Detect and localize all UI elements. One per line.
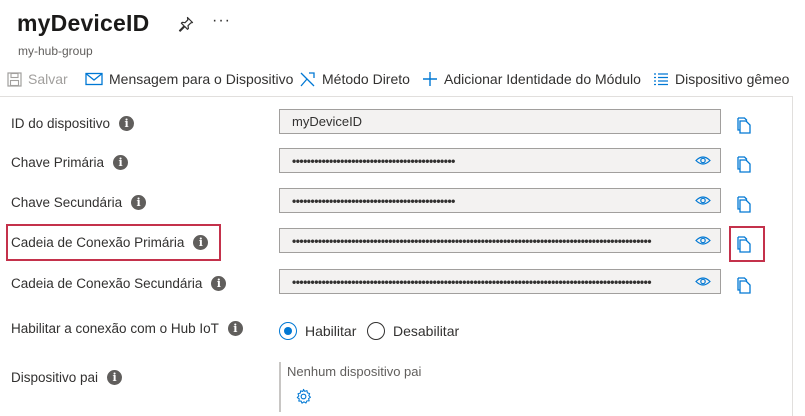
add-module-identity-button[interactable]: Adicionar Identidade do Módulo — [422, 68, 641, 90]
parent-device-label-text: Dispositivo pai — [11, 370, 99, 385]
radio-selected-icon — [279, 322, 297, 340]
info-icon[interactable]: i — [211, 276, 227, 291]
copy-icon[interactable] — [737, 236, 751, 253]
copy-icon[interactable] — [737, 277, 751, 294]
eye-icon[interactable] — [695, 195, 711, 206]
hub-connection-label-text: Habilitar a conexão com o Hub IoT — [11, 321, 219, 336]
radio-unselected-icon — [367, 322, 385, 340]
info-icon[interactable]: i — [193, 235, 209, 250]
save-icon — [7, 71, 22, 87]
primary-connection-label: Cadeia de Conexão Primária i — [11, 235, 209, 250]
secondary-connection-label: Cadeia de Conexão Secundária i — [11, 276, 227, 291]
save-label: Salvar — [28, 71, 68, 87]
device-id-label-text: ID do dispositivo — [11, 116, 111, 131]
device-id-label: ID do dispositivo i — [11, 116, 135, 131]
message-to-device-label: Mensagem para o Dispositivo — [109, 71, 294, 87]
copy-icon[interactable] — [737, 156, 751, 173]
list-icon — [654, 73, 668, 86]
eye-icon[interactable] — [695, 235, 711, 246]
gear-icon[interactable] — [295, 388, 312, 405]
eye-icon[interactable] — [695, 276, 711, 287]
more-options-button[interactable]: ··· — [212, 12, 231, 30]
primary-key-label: Chave Primária i — [11, 155, 129, 170]
primary-connection-label-text: Cadeia de Conexão Primária — [11, 235, 185, 250]
device-id-value: myDeviceID — [292, 114, 363, 129]
enable-radio[interactable]: Habilitar — [279, 322, 356, 340]
secondary-key-value: ••••••••••••••••••••••••••••••••••••••••… — [292, 193, 455, 208]
device-id-field: myDeviceID — [279, 109, 721, 134]
secondary-key-field[interactable]: ••••••••••••••••••••••••••••••••••••••••… — [279, 188, 721, 213]
device-twin-label: Dispositivo gêmeo — [675, 71, 790, 87]
primary-key-label-text: Chave Primária — [11, 155, 105, 170]
info-icon[interactable]: i — [113, 155, 129, 170]
direct-method-button[interactable]: Método Direto — [299, 68, 410, 90]
primary-key-value: ••••••••••••••••••••••••••••••••••••••••… — [292, 153, 455, 168]
device-twin-button[interactable]: Dispositivo gêmeo — [653, 68, 789, 90]
parent-device-label: Dispositivo pai i — [11, 370, 123, 385]
info-icon[interactable]: i — [227, 321, 243, 336]
enable-radio-label: Habilitar — [305, 323, 357, 339]
parent-device-border — [279, 362, 281, 412]
direct-method-label: Método Direto — [322, 71, 410, 87]
secondary-connection-field[interactable]: ••••••••••••••••••••••••••••••••••••••••… — [279, 269, 721, 294]
primary-key-field[interactable]: ••••••••••••••••••••••••••••••••••••••••… — [279, 148, 721, 173]
copy-icon[interactable] — [737, 117, 751, 134]
add-module-identity-label: Adicionar Identidade do Módulo — [444, 71, 641, 87]
primary-connection-value: ••••••••••••••••••••••••••••••••••••••••… — [292, 233, 652, 248]
disable-radio[interactable]: Desabilitar — [367, 322, 459, 340]
secondary-key-label-text: Chave Secundária — [11, 195, 123, 210]
copy-icon[interactable] — [737, 196, 751, 213]
hub-connection-label: Habilitar a conexão com o Hub IoT i — [11, 321, 243, 336]
plus-icon — [423, 72, 437, 86]
info-icon[interactable]: i — [107, 370, 123, 385]
command-bar: Salvar Mensagem para o Dispositivo Métod… — [0, 68, 805, 92]
info-icon[interactable]: i — [131, 195, 147, 210]
info-icon[interactable]: i — [119, 116, 135, 131]
page-title: myDeviceID — [17, 10, 150, 36]
message-to-device-button[interactable]: Mensagem para o Dispositivo — [85, 68, 293, 90]
disable-radio-label: Desabilitar — [393, 323, 460, 339]
secondary-key-label: Chave Secundária i — [11, 195, 147, 210]
direct-method-icon — [300, 71, 315, 86]
mail-icon — [85, 72, 103, 86]
primary-connection-field[interactable]: ••••••••••••••••••••••••••••••••••••••••… — [279, 228, 721, 253]
secondary-connection-label-text: Cadeia de Conexão Secundária — [11, 276, 203, 291]
resource-group: my-hub-group — [18, 44, 93, 58]
pin-icon[interactable] — [178, 16, 194, 32]
panel-edge — [792, 96, 793, 416]
eye-icon[interactable] — [695, 155, 711, 166]
secondary-connection-value: ••••••••••••••••••••••••••••••••••••••••… — [292, 274, 652, 289]
save-button[interactable]: Salvar — [7, 68, 68, 90]
toolbar-divider — [0, 96, 792, 97]
parent-device-value: Nenhum dispositivo pai — [287, 364, 422, 379]
